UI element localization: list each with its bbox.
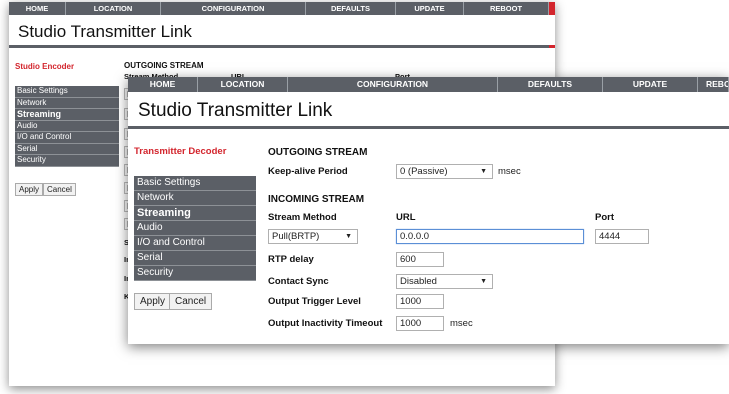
- url-label: URL: [396, 212, 416, 223]
- nav-reboot[interactable]: REBOOT: [464, 2, 549, 15]
- incoming-stream-header: INCOMING STREAM: [268, 194, 365, 205]
- nav-update[interactable]: UPDATE: [603, 77, 698, 92]
- sidebar-item-network[interactable]: Network: [134, 191, 256, 206]
- rtp-delay-input[interactable]: 600: [396, 252, 444, 267]
- sidebar-item-streaming[interactable]: Streaming: [15, 109, 119, 121]
- sidebar-item-audio[interactable]: Audio: [15, 120, 119, 132]
- outgoing-stream-header: OUTGOING STREAM: [268, 147, 368, 158]
- contact-sync-value: Disabled: [400, 276, 437, 287]
- output-inactivity-timeout-input[interactable]: 1000: [396, 316, 444, 331]
- chevron-down-icon: ▼: [480, 168, 487, 175]
- page-title: Studio Transmitter Link: [18, 22, 192, 41]
- apply-button[interactable]: Apply: [134, 293, 172, 310]
- sidebar-title: Studio Encoder: [15, 62, 75, 71]
- port-input[interactable]: 4444: [595, 229, 649, 244]
- nav-location[interactable]: LOCATION: [66, 2, 161, 15]
- sidebar-menu: Basic Settings Network Streaming Audio I…: [15, 86, 119, 167]
- title-divider: [9, 45, 555, 48]
- sidebar-item-serial[interactable]: Serial: [134, 251, 256, 266]
- sidebar-item-streaming[interactable]: Streaming: [134, 206, 256, 221]
- nav-configuration[interactable]: CONFIGURATION: [288, 77, 498, 92]
- sidebar-item-basic-settings[interactable]: Basic Settings: [15, 86, 119, 98]
- sidebar-item-io-control[interactable]: I/O and Control: [15, 132, 119, 144]
- keep-alive-unit: msec: [498, 166, 521, 177]
- inactivity-unit: msec: [450, 318, 473, 329]
- nav-defaults[interactable]: DEFAULTS: [498, 77, 603, 92]
- cancel-button[interactable]: Cancel: [43, 183, 76, 196]
- nav-location[interactable]: LOCATION: [198, 77, 288, 92]
- page-title: Studio Transmitter Link: [138, 100, 333, 121]
- sidebar-menu: Basic Settings Network Streaming Audio I…: [134, 176, 256, 281]
- sidebar-item-security[interactable]: Security: [134, 266, 256, 281]
- keep-alive-select[interactable]: 0 (Passive) ▼: [396, 164, 493, 179]
- title-divider-accent: [549, 45, 555, 48]
- decoder-window: HOME LOCATION CONFIGURATION DEFAULTS UPD…: [128, 77, 729, 344]
- title-divider: [128, 126, 729, 129]
- keep-alive-value: 0 (Passive): [400, 166, 448, 177]
- nav-update[interactable]: UPDATE: [396, 2, 464, 15]
- output-trigger-level-label: Output Trigger Level: [268, 296, 361, 307]
- sidebar-item-io-control[interactable]: I/O and Control: [134, 236, 256, 251]
- chevron-down-icon: ▼: [480, 278, 487, 285]
- nav-accent: [549, 2, 555, 15]
- port-label: Port: [595, 212, 614, 223]
- stream-method-value: Pull(BRTP): [272, 231, 320, 242]
- nav-home[interactable]: HOME: [128, 77, 198, 92]
- keep-alive-label: Keep-alive Period: [268, 166, 348, 177]
- stream-method-label: Stream Method: [268, 212, 337, 223]
- apply-button[interactable]: Apply: [15, 183, 44, 196]
- sidebar-item-network[interactable]: Network: [15, 97, 119, 109]
- output-inactivity-timeout-label: Output Inactivity Timeout: [268, 318, 383, 329]
- outgoing-stream-header: OUTGOING STREAM: [124, 61, 204, 70]
- cancel-button[interactable]: Cancel: [169, 293, 213, 310]
- top-nav: HOME LOCATION CONFIGURATION DEFAULTS UPD…: [128, 77, 729, 92]
- sidebar-item-serial[interactable]: Serial: [15, 143, 119, 155]
- rtp-delay-label: RTP delay: [268, 254, 314, 265]
- url-input[interactable]: 0.0.0.0: [396, 229, 584, 244]
- nav-reboot[interactable]: REBOOT: [698, 77, 729, 92]
- contact-sync-label: Contact Sync: [268, 276, 329, 287]
- sidebar-item-audio[interactable]: Audio: [134, 221, 256, 236]
- output-trigger-level-input[interactable]: 1000: [396, 294, 444, 309]
- stream-method-select[interactable]: Pull(BRTP) ▼: [268, 229, 358, 244]
- sidebar-title: Transmitter Decoder: [134, 146, 227, 157]
- top-nav: HOME LOCATION CONFIGURATION DEFAULTS UPD…: [9, 2, 555, 15]
- nav-configuration[interactable]: CONFIGURATION: [161, 2, 306, 15]
- sidebar-item-basic-settings[interactable]: Basic Settings: [134, 176, 256, 191]
- chevron-down-icon: ▼: [345, 233, 352, 240]
- sidebar-item-security[interactable]: Security: [15, 155, 119, 167]
- nav-defaults[interactable]: DEFAULTS: [306, 2, 396, 15]
- contact-sync-select[interactable]: Disabled ▼: [396, 274, 493, 289]
- nav-home[interactable]: HOME: [9, 2, 66, 15]
